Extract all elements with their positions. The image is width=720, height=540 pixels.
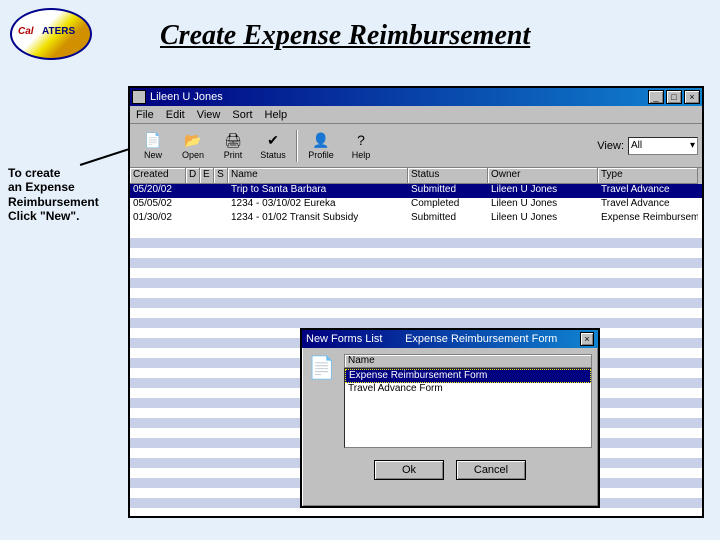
table-row[interactable]: 05/20/02 Trip to Santa Barbara Submitted…	[130, 184, 702, 198]
list-header: Created D E S Name Status Owner Type	[130, 168, 702, 184]
dialog-title-left: New Forms List	[306, 333, 382, 345]
menu-edit[interactable]: Edit	[166, 109, 185, 121]
logo-text-left: Cal	[18, 26, 34, 37]
col-owner[interactable]: Owner	[488, 168, 598, 184]
col-name[interactable]: Name	[228, 168, 408, 184]
cell-owner: Lileen U Jones	[488, 212, 598, 226]
dialog-list-item[interactable]: Travel Advance Form	[345, 383, 591, 397]
dialog-list: Expense Reimbursement Form Travel Advanc…	[344, 368, 592, 448]
cell-e	[200, 198, 214, 212]
chevron-down-icon: ▾	[690, 140, 695, 151]
toolbar-status-label: Status	[260, 150, 286, 160]
menu-file[interactable]: File	[136, 109, 154, 121]
cell-status: Completed	[408, 198, 488, 212]
menu-help[interactable]: Help	[265, 109, 288, 121]
toolbar-help-label: Help	[352, 150, 371, 160]
col-s[interactable]: S	[214, 168, 228, 184]
cell-d	[186, 198, 200, 212]
cell-type: Travel Advance	[598, 198, 698, 212]
cell-d	[186, 184, 200, 198]
view-value: All	[631, 140, 642, 151]
col-e[interactable]: E	[200, 168, 214, 184]
dialog-list-item[interactable]: Expense Reimbursement Form	[345, 369, 591, 383]
toolbar: 📄 New 📂 Open 🖨 Print ✔ Status 👤 Profile …	[130, 124, 702, 168]
annotation-new: To create an Expense Reimbursement Click…	[8, 166, 128, 224]
cell-name: Trip to Santa Barbara	[228, 184, 408, 198]
open-icon: 📂	[183, 131, 203, 149]
cell-s	[214, 198, 228, 212]
cell-d	[186, 212, 200, 226]
close-button[interactable]: ×	[684, 90, 700, 104]
toolbar-print[interactable]: 🖨 Print	[214, 127, 252, 165]
toolbar-status[interactable]: ✔ Status	[254, 127, 292, 165]
dialog-titlebar: New Forms List Expense Reimbursement For…	[302, 330, 598, 348]
table-row[interactable]: 05/05/02 1234 - 03/10/02 Eureka Complete…	[130, 198, 702, 212]
cell-e	[200, 184, 214, 198]
col-created[interactable]: Created	[130, 168, 186, 184]
menu-view[interactable]: View	[197, 109, 221, 121]
menu-sort[interactable]: Sort	[232, 109, 252, 121]
cell-created: 01/30/02	[130, 212, 186, 226]
menubar: File Edit View Sort Help	[130, 106, 702, 124]
cell-type: Expense Reimbursement	[598, 212, 698, 226]
status-icon: ✔	[263, 131, 283, 149]
print-icon: 🖨	[223, 131, 243, 149]
toolbar-separator	[296, 130, 298, 162]
list-body: 05/20/02 Trip to Santa Barbara Submitted…	[130, 184, 702, 226]
cell-status: Submitted	[408, 212, 488, 226]
cancel-button[interactable]: Cancel	[456, 460, 526, 480]
main-window: Lileen U Jones _ □ × File Edit View Sort…	[128, 86, 704, 518]
titlebar: Lileen U Jones _ □ ×	[130, 88, 702, 106]
view-select[interactable]: All ▾	[628, 137, 698, 155]
logo-text-right: ATERS	[42, 26, 75, 37]
cell-created: 05/20/02	[130, 184, 186, 198]
toolbar-open-label: Open	[182, 150, 204, 160]
cell-status: Submitted	[408, 184, 488, 198]
cell-name: 1234 - 03/10/02 Eureka	[228, 198, 408, 212]
table-row[interactable]: 01/30/02 1234 - 01/02 Transit Subsidy Su…	[130, 212, 702, 226]
toolbar-profile[interactable]: 👤 Profile	[302, 127, 340, 165]
list-area: Created D E S Name Status Owner Type 05/…	[130, 168, 702, 516]
col-type[interactable]: Type	[598, 168, 698, 184]
toolbar-help[interactable]: ? Help	[342, 127, 380, 165]
cell-s	[214, 184, 228, 198]
app-icon	[132, 90, 146, 104]
dialog-close-button[interactable]: ×	[580, 332, 594, 346]
cell-owner: Lileen U Jones	[488, 198, 598, 212]
cell-e	[200, 212, 214, 226]
view-label: View:	[597, 140, 624, 152]
minimize-button[interactable]: _	[648, 90, 664, 104]
ok-button[interactable]: Ok	[374, 460, 444, 480]
cell-s	[214, 212, 228, 226]
maximize-button[interactable]: □	[666, 90, 682, 104]
dialog-title-right: Expense Reimbursement Form	[405, 333, 557, 345]
toolbar-new[interactable]: 📄 New	[134, 127, 172, 165]
help-icon: ?	[351, 131, 371, 149]
cell-created: 05/05/02	[130, 198, 186, 212]
new-forms-dialog: New Forms List Expense Reimbursement For…	[300, 328, 600, 508]
col-status[interactable]: Status	[408, 168, 488, 184]
page-title: Create Expense Reimbursement	[160, 20, 530, 52]
calaters-logo: Cal ATERS	[10, 8, 92, 60]
document-icon: 📄	[308, 354, 336, 382]
toolbar-open[interactable]: 📂 Open	[174, 127, 212, 165]
cell-name: 1234 - 01/02 Transit Subsidy	[228, 212, 408, 226]
toolbar-new-label: New	[144, 150, 162, 160]
dialog-list-header[interactable]: Name	[344, 354, 592, 368]
col-d[interactable]: D	[186, 168, 200, 184]
toolbar-profile-label: Profile	[308, 150, 334, 160]
profile-icon: 👤	[311, 131, 331, 149]
toolbar-print-label: Print	[224, 150, 243, 160]
window-title: Lileen U Jones	[150, 91, 648, 103]
cell-type: Travel Advance	[598, 184, 698, 198]
new-icon: 📄	[143, 131, 163, 149]
cell-owner: Lileen U Jones	[488, 184, 598, 198]
